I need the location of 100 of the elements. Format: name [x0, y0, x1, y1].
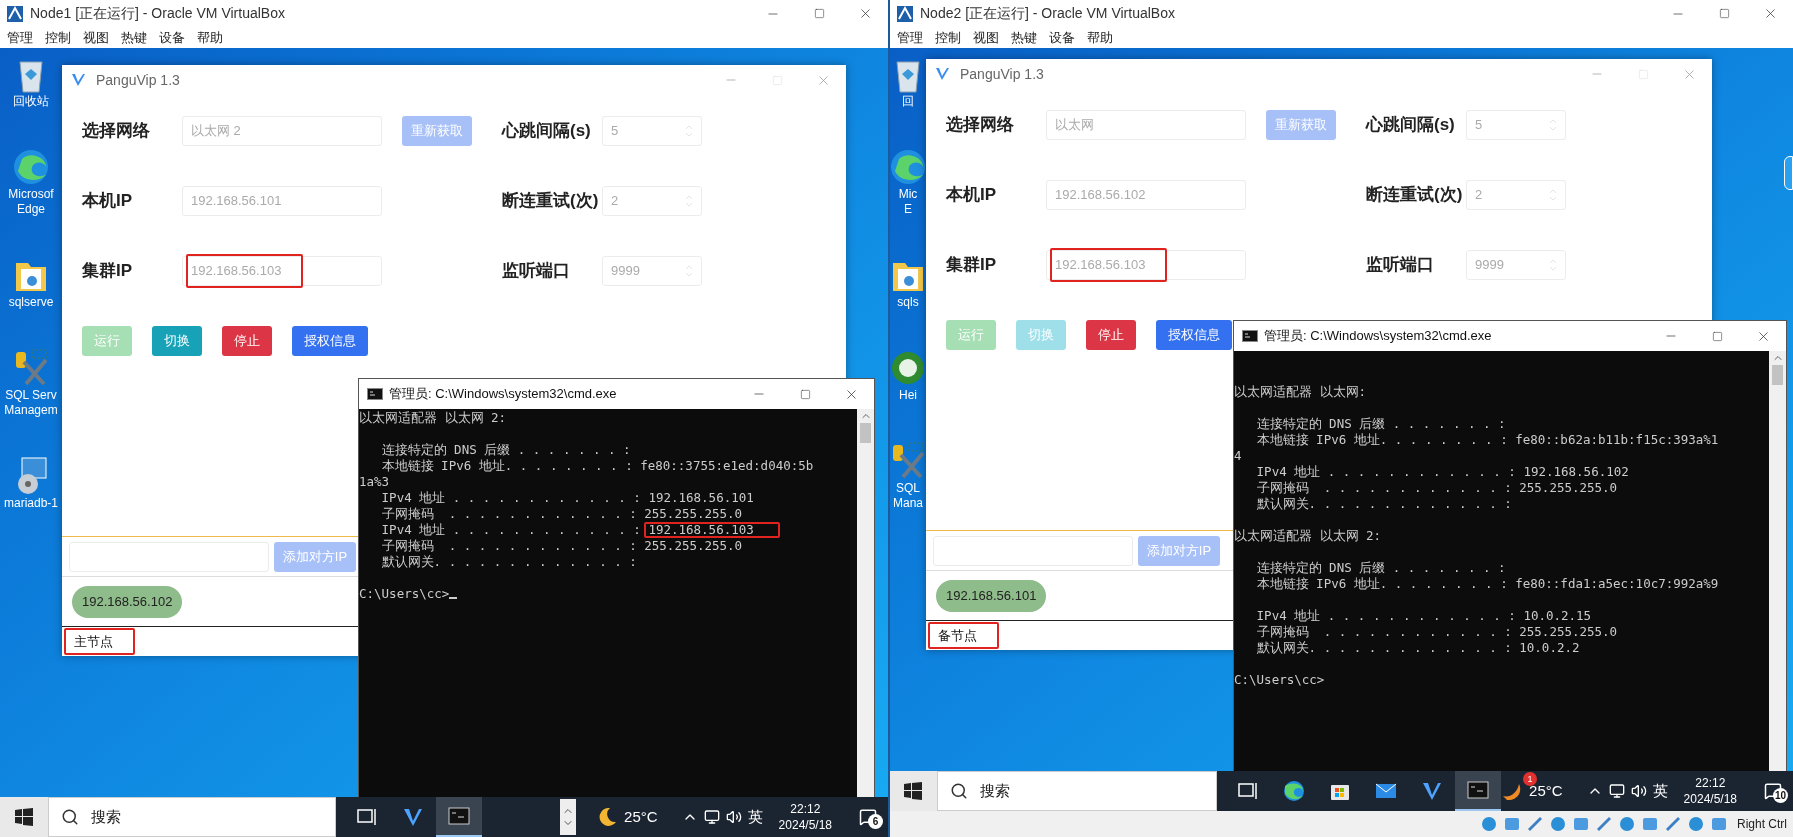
side-tab[interactable] [1784, 156, 1793, 190]
console-prompt: C:\Users\cc> [1234, 672, 1325, 688]
number-field[interactable]: 9999 [1466, 250, 1566, 280]
notification-count: 10 [1773, 788, 1789, 803]
browser-icon[interactable] [1282, 780, 1307, 802]
field-label: 集群IP [82, 260, 134, 283]
device-status-icon[interactable] [1572, 815, 1590, 833]
number-field[interactable]: 2 [1466, 180, 1566, 210]
number-field[interactable]: 9999 [602, 256, 702, 286]
input-method-text[interactable]: 英 [747, 805, 763, 829]
desktop-icon-label: Managem [4, 403, 58, 418]
volume-icon[interactable] [725, 809, 742, 825]
search-field[interactable]: 搜索 [48, 797, 336, 837]
start-button[interactable] [890, 771, 937, 811]
number-field[interactable]: 2 [602, 186, 702, 216]
device-status-icon[interactable] [1480, 815, 1498, 833]
console-line: 子网掩码 . . . . . . . . . . . . : 255.255.255.0 [1255, 624, 1618, 639]
text-field[interactable]: 192.168.56.102 [1046, 180, 1246, 210]
device-status-icon[interactable] [1710, 815, 1728, 833]
menu-item[interactable]: 帮助 [197, 27, 223, 48]
app-logo-icon[interactable] [401, 806, 425, 828]
desktop-icon-label: Mana [893, 496, 923, 511]
input-method-text[interactable]: 英 [1652, 779, 1668, 803]
menu-item[interactable]: 控制 [45, 27, 71, 48]
clock[interactable]: 22:12 2024/5/18 [770, 801, 840, 833]
console-line: 以太网适配器 以太网 2: [1234, 528, 1382, 543]
device-status-icon[interactable] [1595, 815, 1613, 833]
notification-count: 6 [868, 814, 883, 829]
desktop-icon-label: Hei [899, 388, 917, 403]
console-line: 以太网适配器 以太网: [1234, 384, 1367, 399]
action-button[interactable]: 停止 [222, 326, 272, 356]
window-title: Node2 [正在运行] - Oracle VM VirtualBox [920, 4, 1175, 23]
device-status-icon[interactable] [1503, 815, 1521, 833]
action-button[interactable]: 授权信息 [1156, 320, 1232, 350]
terminal-icon[interactable] [447, 805, 471, 827]
scrollbar-thumb[interactable] [860, 423, 871, 443]
volume-icon[interactable] [1630, 783, 1647, 799]
field-label: 监听端口 [1366, 254, 1435, 277]
text-field[interactable]: 192.168.56.103 [1046, 250, 1246, 280]
search-field[interactable]: 搜索 [936, 771, 1218, 811]
host-key-text: Right Ctrl [1737, 816, 1787, 833]
scroll-arrows-icon[interactable] [560, 799, 577, 835]
device-status-icon[interactable] [1687, 815, 1705, 833]
window-title: Node1 [正在运行] - Oracle VM VirtualBox [30, 4, 285, 23]
search-icon [61, 808, 79, 826]
menu-item[interactable]: 视图 [83, 27, 109, 48]
node-role-text: 主节点 [64, 627, 135, 656]
scrollbar[interactable] [1769, 351, 1786, 771]
action-button[interactable]: 停止 [1086, 320, 1136, 350]
text-field[interactable]: 192.168.56.103 [182, 256, 382, 286]
number-field[interactable]: 5 [1466, 110, 1566, 140]
text-field[interactable]: 以太网 2 [182, 116, 382, 146]
maximize-icon[interactable] [1711, 330, 1723, 342]
action-button[interactable]: 切换 [152, 326, 202, 356]
maximize-icon[interactable] [1718, 8, 1730, 19]
start-button[interactable] [0, 797, 48, 837]
field-label: 心跳间隔(s) [502, 120, 592, 143]
desktop-icon-label: SQL [896, 481, 920, 496]
number-field[interactable]: 5 [602, 116, 702, 146]
terminal-icon [367, 388, 383, 400]
desktop-icon-label: sqls [897, 295, 919, 310]
scrollbar-thumb[interactable] [1772, 365, 1783, 385]
text-cursor [449, 597, 458, 599]
menu-item[interactable]: 管理 [897, 27, 923, 48]
clock[interactable]: 22:12 2024/5/18 [1675, 775, 1745, 807]
notification-badge: 1 [1523, 772, 1538, 786]
desktop-app-icon[interactable] [890, 441, 927, 481]
scrollbar[interactable] [857, 409, 874, 797]
desktop-icon-label: Microsof [8, 187, 54, 202]
window-title: 管理员: C:\Windows\system32\cmd.exe [1264, 327, 1492, 346]
text-field[interactable]: 192.168.56.101 [182, 186, 382, 216]
menu-item[interactable]: 热键 [1011, 27, 1037, 48]
menu-item[interactable]: 设备 [1049, 27, 1075, 48]
device-status-icon[interactable] [1618, 815, 1636, 833]
device-status-icon[interactable] [1664, 815, 1682, 833]
app-logo-icon [936, 67, 952, 81]
device-status-icon[interactable] [1549, 815, 1567, 833]
console-line: 连接特定的 DNS 后缀 . . . . . . . : [380, 442, 631, 457]
menu-item[interactable]: 热键 [121, 27, 147, 48]
network-icon[interactable] [1608, 783, 1625, 799]
console-line: IPv4 地址 . . . . . . . . . . . . : 192.168.56.102 [1255, 464, 1629, 479]
field-label: 集群IP [946, 254, 998, 277]
text-field[interactable]: 以太网 [1046, 110, 1246, 140]
menu-item[interactable]: 视图 [973, 27, 999, 48]
console-line: IPv4 地址 . . . . . . . . . . . . : 192.168.56.101 [380, 490, 754, 505]
menu-item[interactable]: 管理 [7, 27, 33, 48]
terminal-icon[interactable] [1466, 779, 1491, 801]
maximize-icon[interactable] [799, 388, 811, 400]
menu-item[interactable]: 控制 [935, 27, 961, 48]
maximize-icon[interactable] [813, 8, 825, 19]
desktop-app-icon[interactable] [890, 147, 927, 187]
field-label: 监听端口 [502, 260, 571, 283]
device-status-icon[interactable] [1526, 815, 1544, 833]
menu-item[interactable]: 帮助 [1087, 27, 1113, 48]
device-status-icon[interactable] [1641, 815, 1659, 833]
console-line: IPv4 地址 . . . . . . . . . . . . : 192.168.56.103 [359, 522, 780, 537]
network-icon[interactable] [703, 809, 720, 825]
task-view-icon[interactable] [355, 806, 379, 828]
menu-item[interactable]: 设备 [159, 27, 185, 48]
action-button[interactable]: 授权信息 [292, 326, 368, 356]
